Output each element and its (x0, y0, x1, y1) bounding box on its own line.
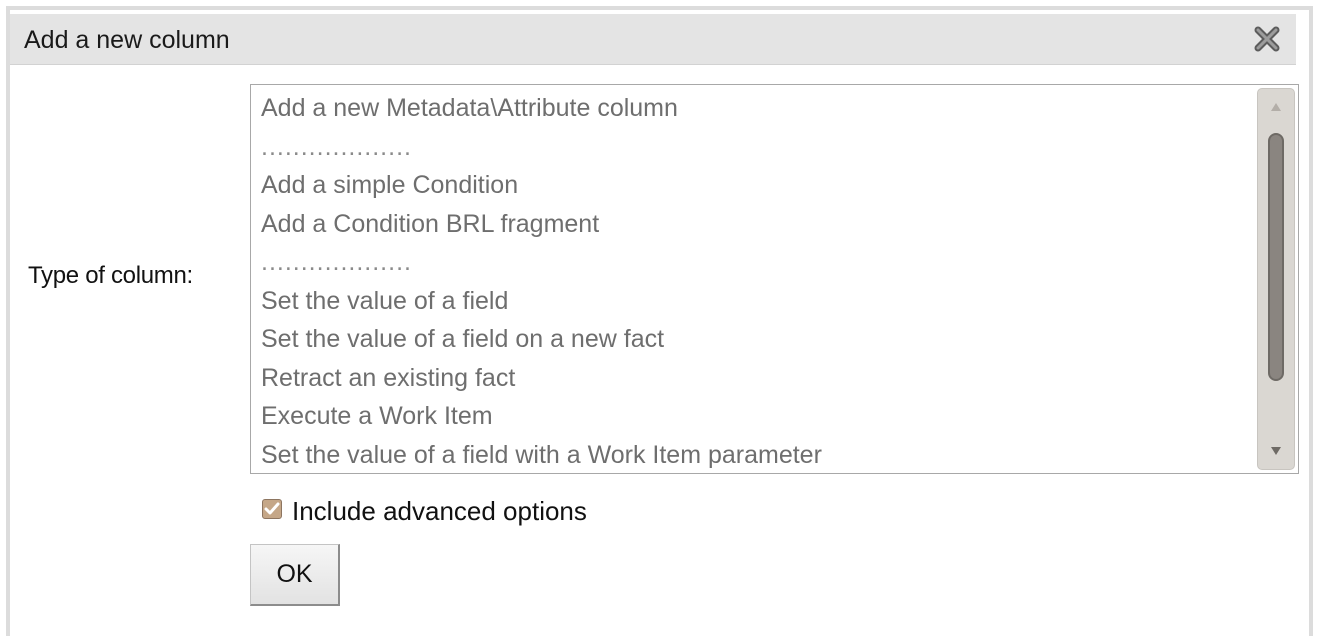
column-type-list: Add a new Metadata\Attribute column ....… (261, 89, 822, 474)
column-type-listbox[interactable]: Add a new Metadata\Attribute column ....… (250, 84, 1299, 474)
list-item[interactable]: Set the value of a field (261, 282, 822, 321)
advanced-options-checkbox[interactable] (262, 498, 282, 519)
checkmark-icon (264, 502, 280, 514)
type-of-column-label: Type of column: (28, 262, 193, 289)
dialog-titlebar[interactable]: Add a new column (10, 14, 1296, 65)
list-item[interactable]: Set the value of a field on a new fact (261, 320, 822, 359)
dialog-title: Add a new column (24, 26, 230, 54)
list-item[interactable]: Add a new Metadata\Attribute column (261, 89, 822, 128)
list-item[interactable]: Add a simple Condition (261, 166, 822, 205)
list-item[interactable]: Set the value of a field with a Work Ite… (261, 436, 822, 474)
close-icon[interactable] (1252, 24, 1282, 54)
advanced-options-label[interactable]: Include advanced options (292, 496, 587, 527)
list-item[interactable]: Retract an existing fact (261, 359, 822, 398)
scroll-down-arrow-icon[interactable] (1258, 433, 1294, 469)
advanced-options-toggle[interactable]: Include advanced options (262, 496, 587, 527)
list-item[interactable]: Add a Condition BRL fragment (261, 205, 822, 244)
list-separator[interactable]: ................... (261, 243, 822, 282)
list-item[interactable]: Execute a Work Item (261, 397, 822, 436)
ok-button[interactable]: OK (250, 544, 340, 606)
vertical-scrollbar[interactable] (1257, 88, 1295, 470)
scrollbar-thumb[interactable] (1268, 133, 1284, 381)
scroll-up-arrow-icon[interactable] (1258, 89, 1294, 125)
list-separator[interactable]: ................... (261, 128, 822, 167)
